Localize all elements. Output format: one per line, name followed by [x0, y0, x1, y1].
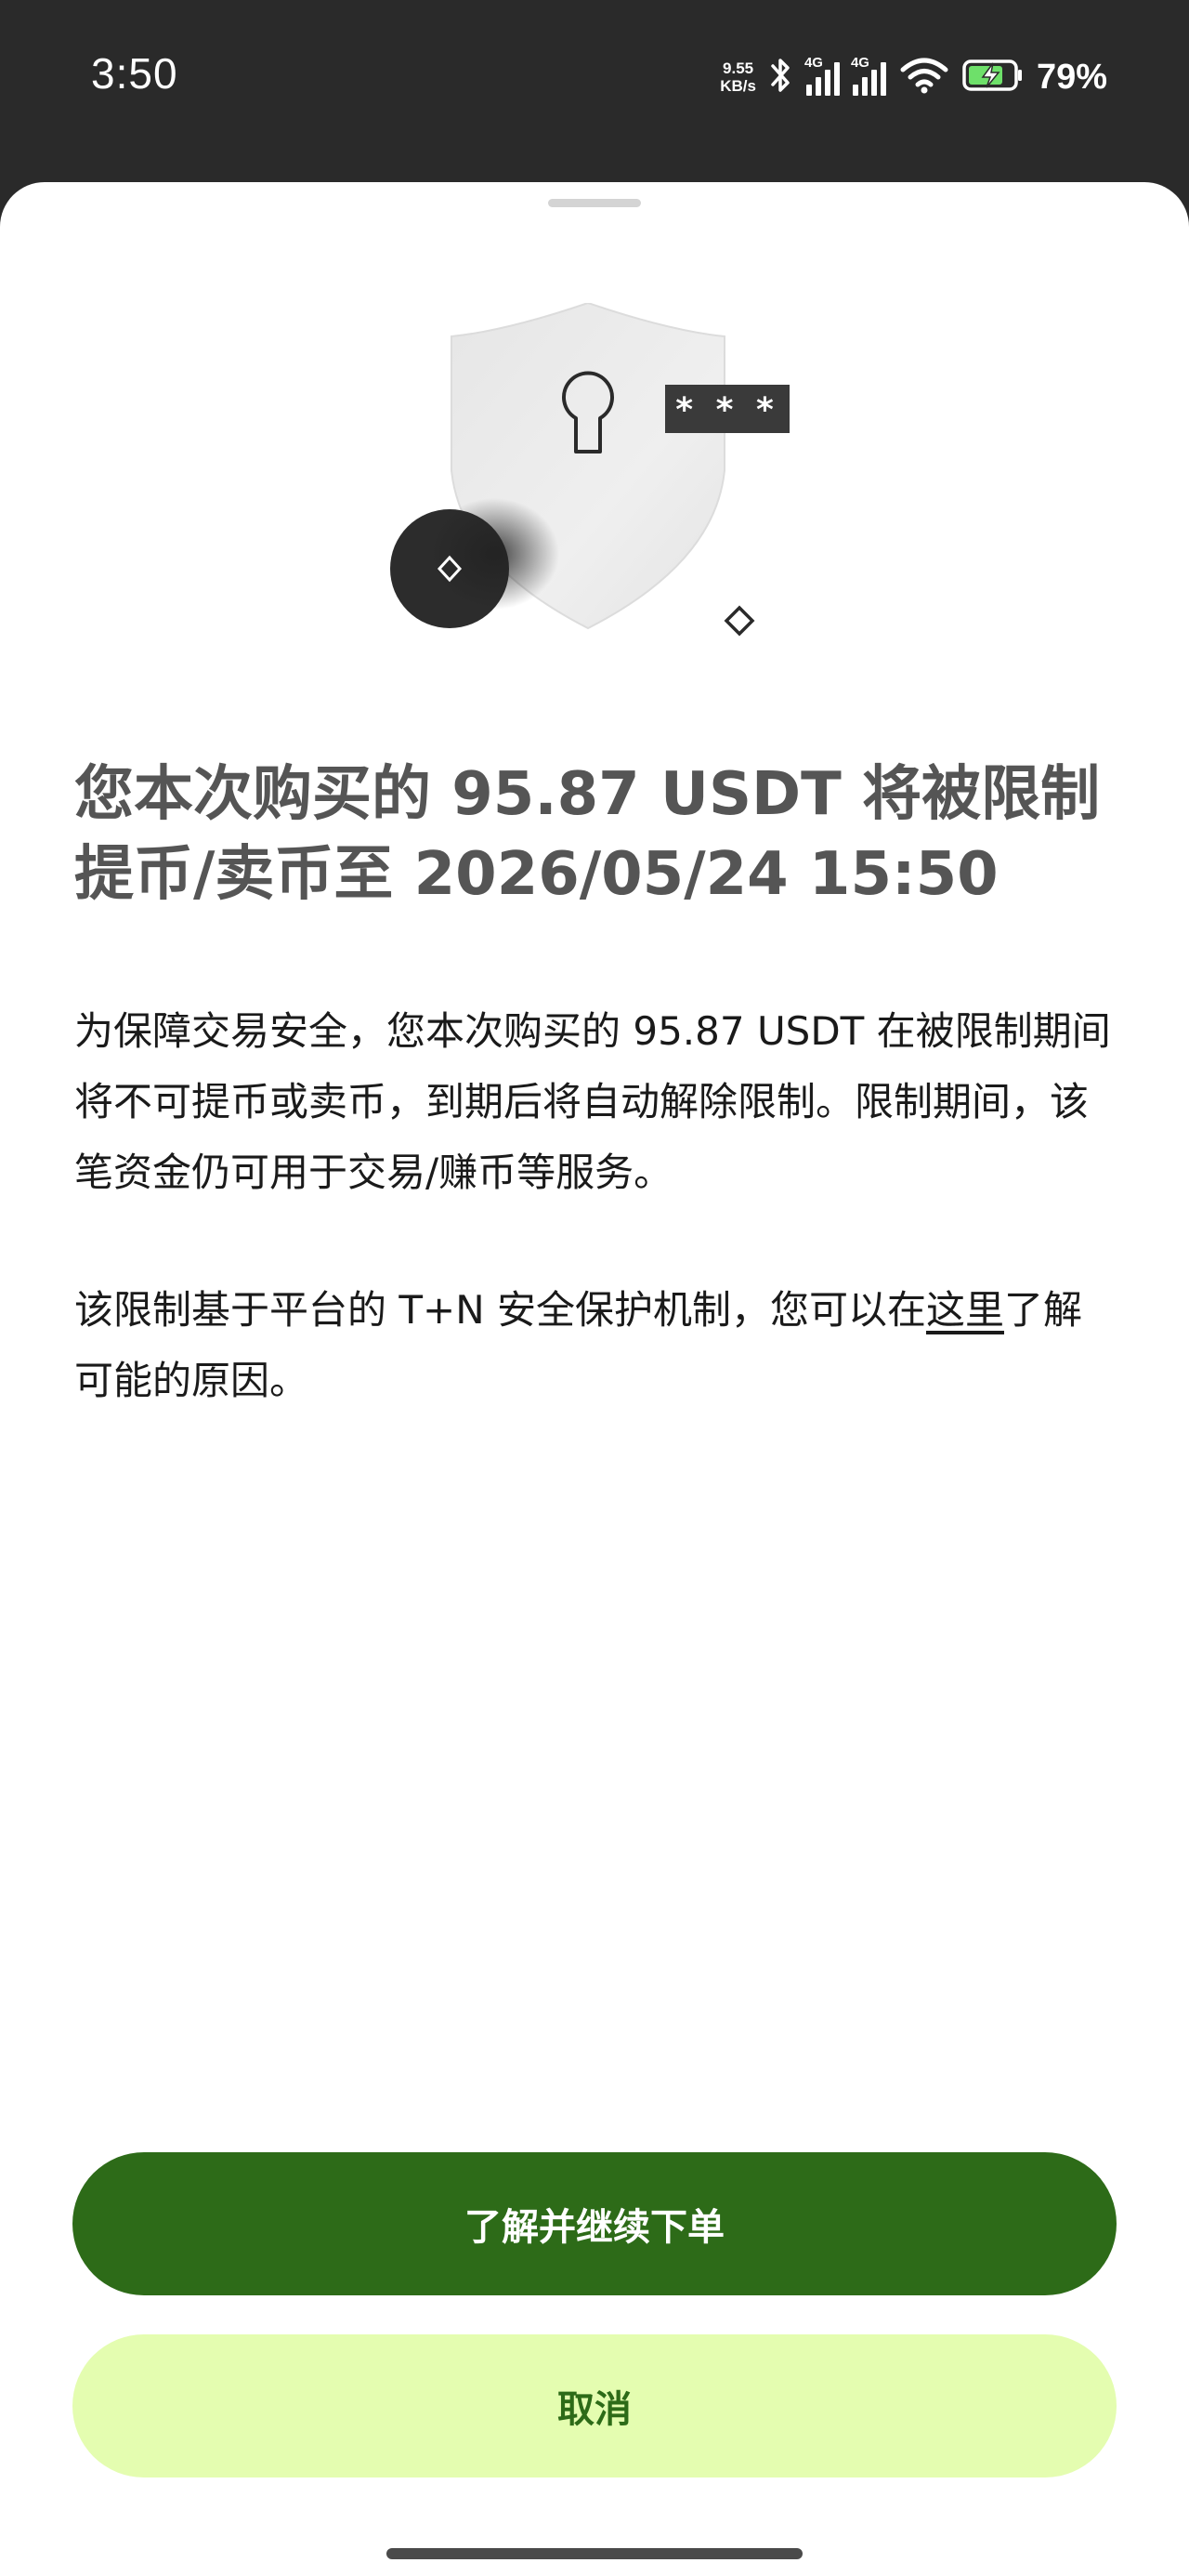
reason-text-before-link: 该限制基于平台的 T+N 安全保护机制，您可以在 — [74, 1287, 926, 1333]
battery-charging-icon — [962, 58, 1024, 97]
network-type-label: 4G — [804, 55, 823, 71]
masked-password-text: * * * — [675, 391, 779, 429]
restriction-title: 您本次购买的 95.87 USDT 将被限制提币/卖币至 2026/05/24 … — [74, 760, 1101, 909]
network-type-label-2: 4G — [850, 55, 869, 71]
cancel-button[interactable]: 取消 — [72, 2334, 1117, 2477]
bluetooth-icon — [769, 56, 793, 99]
security-shield-illustration: * * * — [390, 301, 808, 656]
learn-reason-link[interactable]: 这里 — [926, 1287, 1004, 1333]
restriction-bottom-sheet: * * * 您本次购买的 95.87 USDT 将被限制提币/卖币至 2026/… — [0, 182, 1189, 2576]
wifi-icon — [899, 57, 949, 98]
status-icons: 9.55 KB/s 4G 4G 79% — [720, 54, 1107, 100]
cellular-signal-icon: 4G — [804, 55, 840, 96]
restriction-reason: 该限制基于平台的 T+N 安全保护机制，您可以在这里了解可能的原因。 — [74, 1275, 1115, 1416]
status-bar: 3:50 9.55 KB/s 4G 4G 79% — [0, 0, 1189, 177]
acknowledge-continue-button[interactable]: 了解并继续下单 — [72, 2152, 1117, 2295]
network-speed: 9.55 KB/s — [720, 59, 756, 95]
restriction-description: 为保障交易安全，您本次购买的 95.87 USDT 在被限制期间将不可提币或卖币… — [74, 1008, 1111, 1195]
battery-percent: 79% — [1036, 57, 1107, 97]
home-indicator[interactable] — [386, 2548, 803, 2559]
status-time: 3:50 — [91, 49, 178, 98]
sheet-drag-handle[interactable] — [548, 199, 641, 207]
network-speed-unit: KB/s — [720, 77, 756, 95]
network-speed-value: 9.55 — [723, 59, 754, 77]
cellular-signal-icon-2: 4G — [851, 55, 886, 96]
